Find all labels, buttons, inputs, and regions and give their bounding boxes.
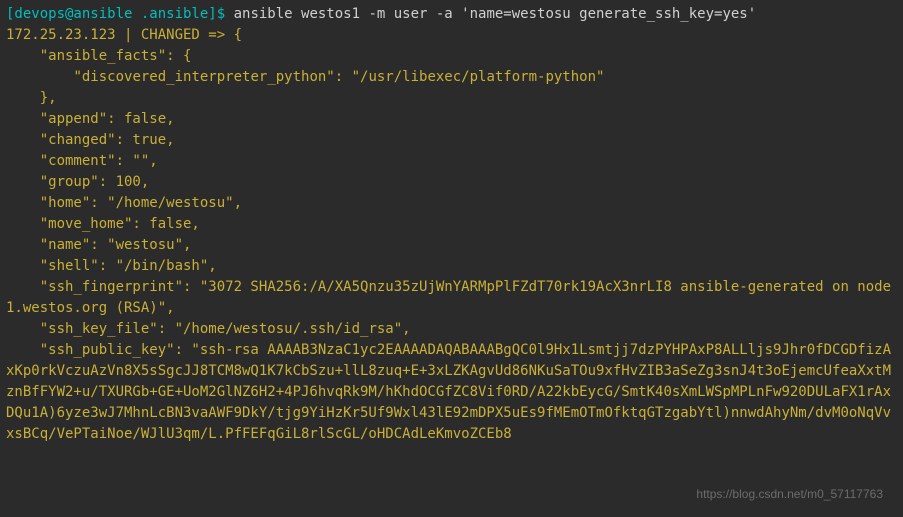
output-line-10: "name": "westosu", xyxy=(6,237,191,253)
output-line-12: "ssh_fingerprint": "3072 SHA256:/A/XA5Qn… xyxy=(6,279,891,316)
output-line-8: "home": "/home/westosu", xyxy=(6,195,242,211)
output-line-3: }, xyxy=(6,90,57,106)
output-line-9: "move_home": false, xyxy=(6,216,200,232)
output-line-5: "changed": true, xyxy=(6,132,175,148)
shell-prompt: [devops@ansible .ansible]$ xyxy=(6,6,225,22)
output-line-14: "ssh_public_key": "ssh-rsa AAAAB3NzaC1yc… xyxy=(6,342,891,442)
output-line-6: "comment": "", xyxy=(6,153,158,169)
output-line-0: 172.25.23.123 | CHANGED => { xyxy=(6,27,242,43)
output-line-11: "shell": "/bin/bash", xyxy=(6,258,217,274)
output-line-13: "ssh_key_file": "/home/westosu/.ssh/id_r… xyxy=(6,321,411,337)
command-text: ansible westos1 -m user -a 'name=westosu… xyxy=(225,6,756,22)
watermark-text: https://blog.csdn.net/m0_57117763 xyxy=(696,485,883,503)
output-line-1: "ansible_facts": { xyxy=(6,48,191,64)
output-line-4: "append": false, xyxy=(6,111,175,127)
output-line-7: "group": 100, xyxy=(6,174,149,190)
terminal-output[interactable]: [devops@ansible .ansible]$ ansible westo… xyxy=(6,4,897,445)
output-line-2: "discovered_interpreter_python": "/usr/l… xyxy=(6,69,604,85)
